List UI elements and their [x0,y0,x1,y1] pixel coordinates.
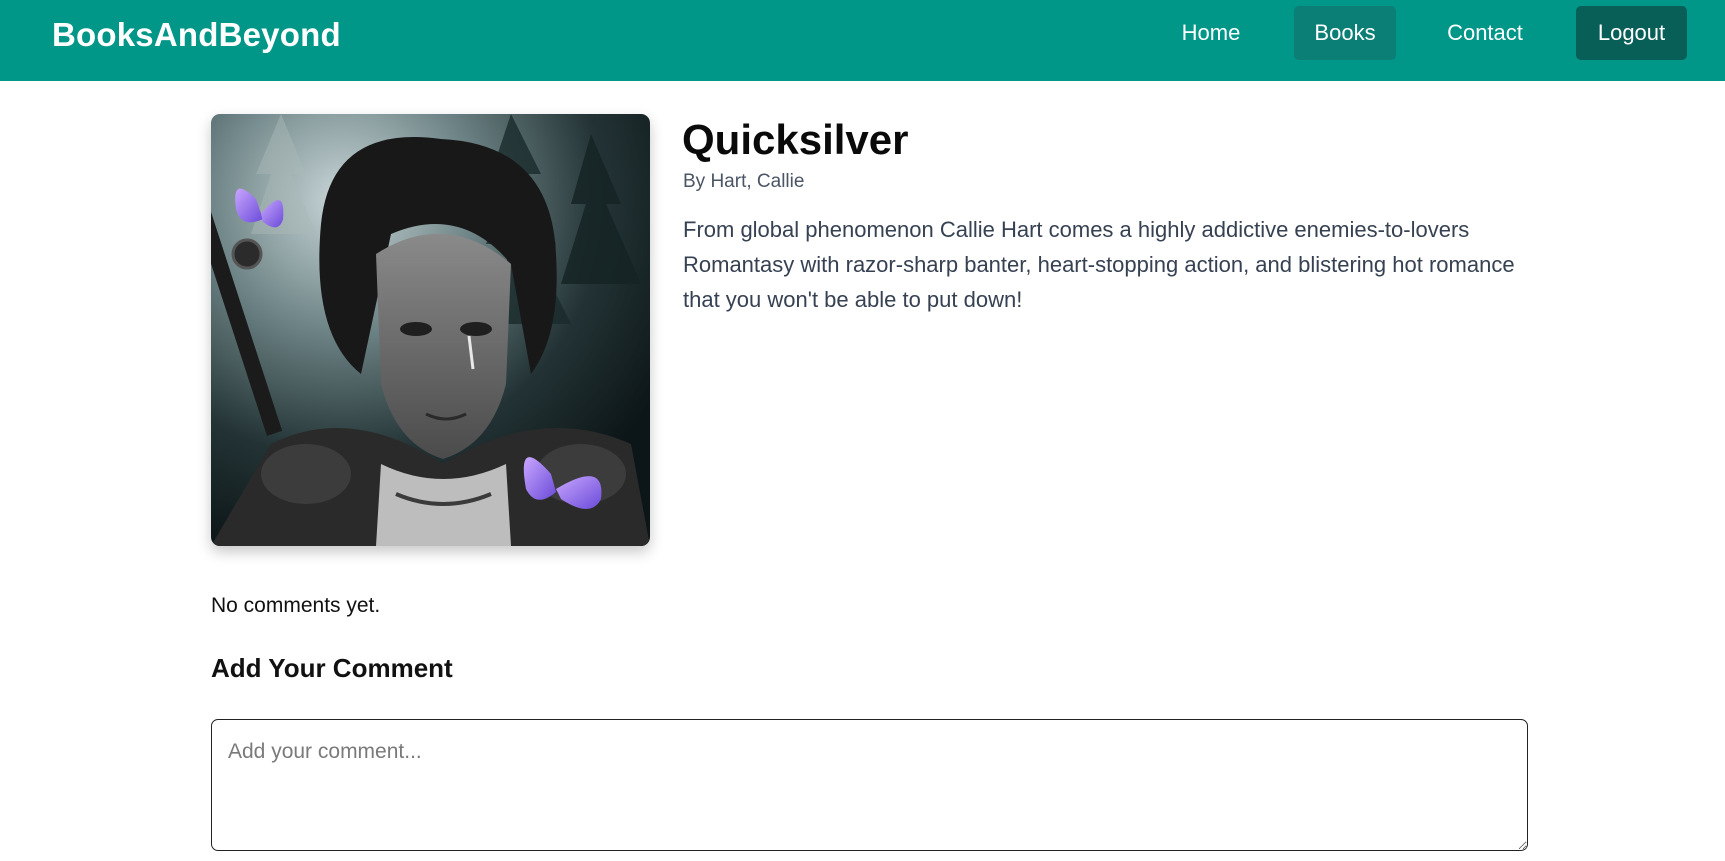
book-description: From global phenomenon Callie Hart comes… [683,217,1515,312]
book-title: Quicksilver [682,116,909,163]
brand-logo[interactable]: BooksAndBeyond [52,14,341,56]
logout-button[interactable]: Logout [1576,6,1687,60]
top-navbar: BooksAndBeyond Home Books Contact Logout [0,0,1725,81]
nav-home-link[interactable]: Home [1160,6,1262,60]
nav-contact-link[interactable]: Contact [1428,6,1542,60]
book-author: By Hart, Callie [683,171,805,192]
add-comment-heading: Add Your Comment [211,653,453,683]
no-comments-message: No comments yet. [211,594,381,617]
book-cover-image [211,114,650,546]
nav-books-link[interactable]: Books [1294,6,1396,60]
comment-input[interactable] [211,719,1528,851]
